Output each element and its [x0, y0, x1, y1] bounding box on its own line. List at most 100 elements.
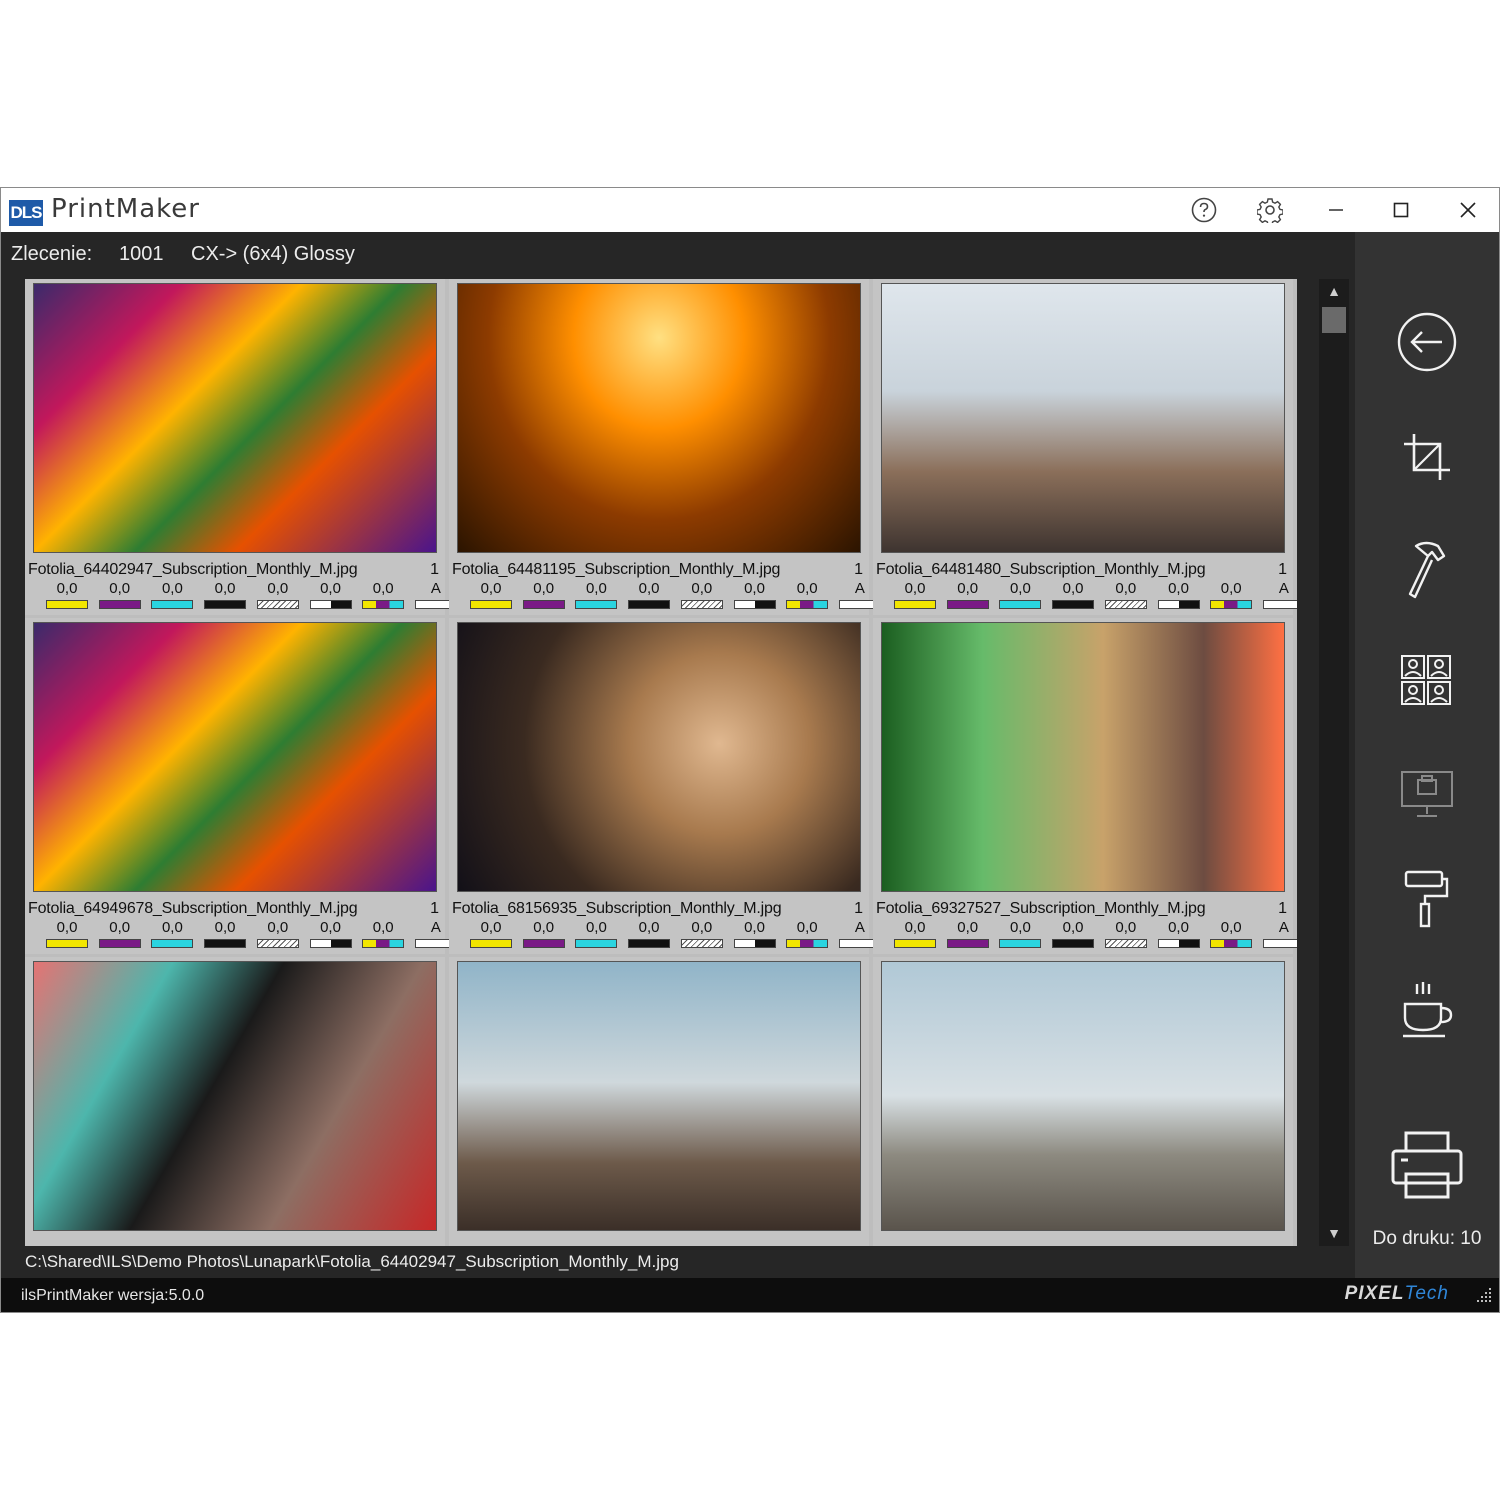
- correction-contrast[interactable]: 0,0: [733, 920, 777, 948]
- back-button[interactable]: [1382, 297, 1472, 387]
- printer-icon: [1391, 1131, 1463, 1199]
- minimize-button[interactable]: [1311, 188, 1361, 232]
- correction-magenta[interactable]: 0,0: [946, 581, 990, 609]
- correction-cyan[interactable]: 0,0: [150, 581, 194, 609]
- correction-value: 0,0: [267, 580, 289, 597]
- correction-black[interactable]: 0,0: [203, 920, 247, 948]
- correction-cyan[interactable]: 0,0: [998, 581, 1042, 609]
- photo-card[interactable]: Fotolia_69327527_Subscription_Monthly_M.…: [873, 618, 1297, 954]
- help-button[interactable]: [1179, 188, 1229, 232]
- photo-card[interactable]: [25, 957, 445, 1246]
- status-bar: ilsPrintMaker wersja:5.0.0 PIXELTech: [1, 1278, 1499, 1312]
- correction-yellow[interactable]: 0,0: [45, 920, 89, 948]
- print-format[interactable]: CX-> (6x4) Glossy: [191, 243, 355, 266]
- correction-black[interactable]: 0,0: [627, 580, 671, 609]
- scroll-thumb[interactable]: [1322, 307, 1346, 333]
- correction-magenta[interactable]: 0,0: [946, 920, 990, 948]
- photo-card[interactable]: Fotolia_68156935_Subscription_Monthly_M.…: [449, 618, 881, 954]
- photo-thumbnail[interactable]: [457, 961, 861, 1231]
- correction-magenta[interactable]: 0,0: [98, 920, 142, 948]
- correction-swatch: [204, 939, 247, 948]
- photo-card[interactable]: Fotolia_64949678_Subscription_Monthly_M.…: [25, 618, 457, 954]
- photo-thumbnail[interactable]: [881, 283, 1285, 553]
- correction-density-hatch[interactable]: 0,0: [680, 920, 724, 948]
- correction-cyan[interactable]: 0,0: [998, 919, 1042, 948]
- correction-magenta[interactable]: 0,0: [522, 920, 566, 948]
- correction-yellow[interactable]: 0,0: [469, 920, 513, 948]
- correction-contrast[interactable]: 0,0: [1157, 581, 1201, 609]
- correction-density-hatch[interactable]: 0,0: [256, 580, 300, 609]
- scroll-up-arrow[interactable]: ▲: [1319, 283, 1349, 299]
- correction-yellow[interactable]: 0,0: [893, 920, 937, 948]
- correction-auto[interactable]: A: [1262, 581, 1297, 609]
- correction-auto[interactable]: A: [1262, 919, 1297, 948]
- correction-saturation[interactable]: 0,0: [1209, 581, 1253, 609]
- paint-roller-button[interactable]: [1382, 854, 1472, 944]
- correction-swatch: [470, 939, 512, 948]
- photo-quantity[interactable]: 1: [1278, 900, 1287, 918]
- photo-quantity[interactable]: 1: [854, 900, 863, 918]
- photo-thumbnail[interactable]: [33, 283, 437, 553]
- correction-saturation[interactable]: 0,0: [361, 581, 405, 609]
- correction-value: 0,0: [480, 580, 502, 597]
- photo-thumbnail[interactable]: [881, 961, 1285, 1231]
- photo-thumbnail[interactable]: [457, 622, 861, 892]
- photo-quantity[interactable]: 1: [430, 900, 439, 918]
- correction-contrast[interactable]: 0,0: [309, 581, 353, 609]
- correction-value: 0,0: [1115, 919, 1137, 936]
- correction-contrast[interactable]: 0,0: [1157, 920, 1201, 948]
- monitor-print-icon: [1401, 771, 1453, 817]
- correction-density-hatch[interactable]: 0,0: [1104, 919, 1148, 948]
- coffee-button[interactable]: [1382, 966, 1472, 1056]
- correction-cyan[interactable]: 0,0: [574, 920, 618, 948]
- correction-magenta[interactable]: 0,0: [522, 581, 566, 609]
- print-button[interactable]: [1382, 1120, 1472, 1210]
- settings-button[interactable]: [1245, 188, 1295, 232]
- photo-quantity[interactable]: 1: [1278, 561, 1287, 579]
- correction-yellow[interactable]: 0,0: [45, 581, 89, 609]
- correction-density-hatch[interactable]: 0,0: [256, 920, 300, 948]
- photo-card[interactable]: [449, 957, 869, 1246]
- layout-button[interactable]: [1382, 636, 1472, 726]
- photo-quantity[interactable]: 1: [854, 561, 863, 579]
- correction-saturation[interactable]: 0,0: [785, 920, 829, 948]
- correction-black[interactable]: 0,0: [203, 581, 247, 609]
- correction-yellow[interactable]: 0,0: [469, 580, 513, 609]
- correction-cyan[interactable]: 0,0: [150, 920, 194, 948]
- photo-quantity[interactable]: 1: [430, 561, 439, 579]
- photo-thumbnail[interactable]: [33, 961, 437, 1231]
- correction-black[interactable]: 0,0: [627, 920, 671, 948]
- correction-magenta[interactable]: 0,0: [98, 581, 142, 609]
- vertical-scrollbar[interactable]: ▲ ▼: [1319, 279, 1349, 1246]
- scroll-down-arrow[interactable]: ▼: [1319, 1225, 1349, 1241]
- correction-black[interactable]: 0,0: [1051, 920, 1095, 948]
- photo-card[interactable]: Fotolia_64402947_Subscription_Monthly_M.…: [25, 279, 457, 615]
- correction-density-hatch[interactable]: 0,0: [680, 581, 724, 609]
- correction-saturation[interactable]: 0,0: [1209, 920, 1253, 948]
- photo-thumbnail[interactable]: [33, 622, 437, 892]
- correction-value: 0,0: [1009, 919, 1031, 936]
- photo-thumbnail[interactable]: [881, 622, 1285, 892]
- app-logo: DLS: [9, 200, 43, 226]
- photo-thumbnail[interactable]: [457, 283, 861, 553]
- order-label: Zlecenie:: [11, 243, 93, 265]
- correction-black[interactable]: 0,0: [1051, 581, 1095, 609]
- correction-contrast[interactable]: 0,0: [309, 920, 353, 948]
- close-button[interactable]: [1443, 188, 1493, 232]
- photo-card[interactable]: [873, 957, 1293, 1246]
- maximize-button[interactable]: [1376, 188, 1426, 232]
- correction-saturation[interactable]: 0,0: [785, 581, 829, 609]
- color-correction-row: 0,0 0,0 0,0 0,0 0,0 0,0 0,0 A: [25, 580, 457, 612]
- tools-button[interactable]: [1382, 524, 1472, 614]
- correction-contrast[interactable]: 0,0: [733, 581, 777, 609]
- resize-grip-icon[interactable]: [1475, 1286, 1493, 1304]
- correction-yellow[interactable]: 0,0: [893, 581, 937, 609]
- photo-card[interactable]: Fotolia_64481195_Subscription_Monthly_M.…: [449, 279, 881, 615]
- correction-cyan[interactable]: 0,0: [574, 581, 618, 609]
- photo-card[interactable]: Fotolia_64481480_Subscription_Monthly_M.…: [873, 279, 1297, 615]
- correction-value: A: [1278, 919, 1289, 936]
- correction-saturation[interactable]: 0,0: [361, 920, 405, 948]
- crop-button[interactable]: [1382, 412, 1472, 502]
- correction-value: 0,0: [638, 580, 660, 597]
- correction-density-hatch[interactable]: 0,0: [1104, 581, 1148, 609]
